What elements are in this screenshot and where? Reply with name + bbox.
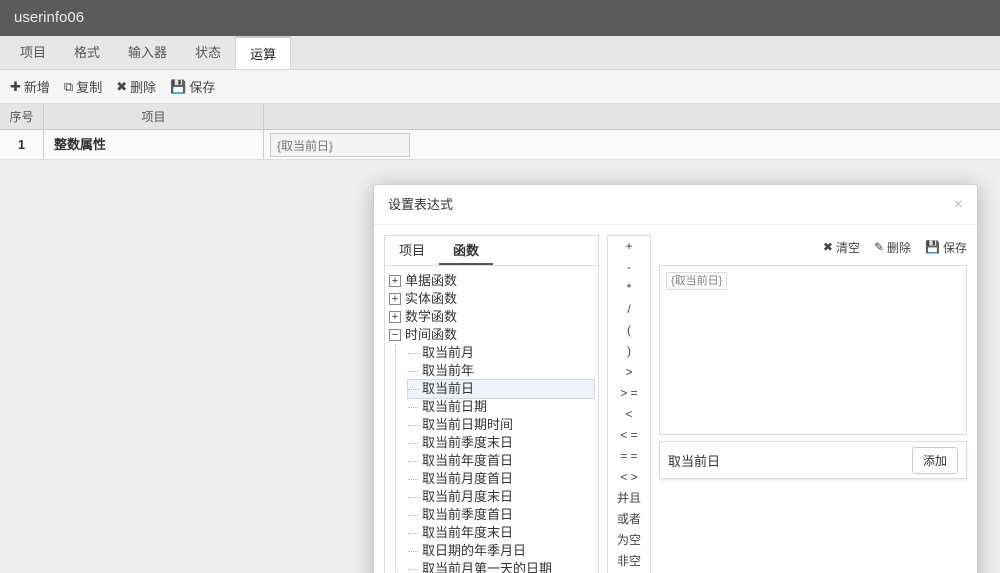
- tab-input[interactable]: 输入器: [114, 36, 181, 69]
- clear-button[interactable]: ✖ 清空: [823, 239, 860, 256]
- save-expr-label: 保存: [943, 239, 967, 256]
- dialog-titlebar: 设置表达式 ×: [374, 185, 977, 225]
- tree-group-math[interactable]: + 数学函数: [389, 308, 594, 326]
- op-and[interactable]: 并且: [608, 488, 650, 509]
- save-icon: 💾: [925, 240, 940, 254]
- tree-group-time[interactable]: − 时间函数: [389, 326, 594, 344]
- tree-group-entity[interactable]: + 实体函数: [389, 290, 594, 308]
- expression-textarea[interactable]: {取当前日}: [659, 265, 967, 435]
- tree-leaf[interactable]: 取日期的年季月日: [408, 542, 594, 560]
- op-notnull[interactable]: 非空: [608, 551, 650, 572]
- selected-function-label: 取当前日: [668, 451, 720, 470]
- save-icon: 💾: [170, 79, 186, 95]
- erase-button[interactable]: ✎ 删除: [874, 239, 911, 256]
- op-null[interactable]: 为空: [608, 530, 650, 551]
- add-label: 新增: [24, 77, 50, 96]
- function-tree: + 单据函数 + 实体函数 + 数学函数 − 时间函数: [385, 266, 598, 573]
- group-label: 实体函数: [405, 290, 457, 308]
- clear-label: 清空: [836, 239, 860, 256]
- tree-leaf[interactable]: 取当前季度末日: [408, 434, 594, 452]
- add-row: 取当前日 添加: [659, 441, 967, 479]
- operator-column: + - * / ( ) > > = < < = = = < > 并且 或者 为空…: [607, 235, 651, 573]
- tree-leaf[interactable]: 取当前年: [408, 362, 594, 380]
- tree-leaf[interactable]: 取当前日: [408, 380, 594, 398]
- save-expr-button[interactable]: 💾 保存: [925, 239, 967, 256]
- app-header: userinfo06: [0, 0, 1000, 36]
- copy-icon: ⧉: [64, 79, 73, 95]
- group-label: 时间函数: [405, 326, 457, 344]
- collapse-icon[interactable]: −: [389, 329, 401, 341]
- op-plus[interactable]: +: [608, 236, 650, 257]
- save-label: 保存: [189, 77, 215, 96]
- erase-label: 删除: [887, 239, 911, 256]
- x-icon: ✖: [116, 79, 127, 95]
- tree-leaf[interactable]: 取当前季度首日: [408, 506, 594, 524]
- tree-leaf[interactable]: 取当前年度首日: [408, 452, 594, 470]
- add-function-button[interactable]: 添加: [912, 447, 958, 474]
- tab-operation[interactable]: 运算: [235, 36, 291, 69]
- eraser-icon: ✎: [874, 240, 884, 254]
- op-mul[interactable]: *: [608, 278, 650, 299]
- op-or[interactable]: 或者: [608, 509, 650, 530]
- group-label: 单据函数: [405, 272, 457, 290]
- save-button[interactable]: 💾 保存: [170, 77, 215, 96]
- dialog-body: 项目 函数 + 单据函数 + 实体函数 + 数学函数: [374, 225, 977, 573]
- op-lte[interactable]: < =: [608, 425, 650, 446]
- tree-children-time: 取当前月 取当前年 取当前日 取当前日期 取当前日期时间 取当前季度末日 取当前…: [395, 344, 594, 573]
- expression-dialog: 设置表达式 × 项目 函数 + 单据函数 + 实体函数: [373, 184, 978, 573]
- tab-status[interactable]: 状态: [181, 36, 235, 69]
- tree-leaf[interactable]: 取当前日期时间: [408, 416, 594, 434]
- expand-icon[interactable]: +: [389, 275, 401, 287]
- expand-icon[interactable]: +: [389, 293, 401, 305]
- x-icon: ✖: [823, 240, 833, 254]
- group-label: 数学函数: [405, 308, 457, 326]
- op-div[interactable]: /: [608, 299, 650, 320]
- delete-button[interactable]: ✖ 删除: [116, 77, 156, 96]
- content-area: 序号 项目 1 整数属性 {取当前日} 设置表达式 × 项目 函数: [0, 104, 1000, 573]
- function-panel: 项目 函数 + 单据函数 + 实体函数 + 数学函数: [384, 235, 599, 573]
- op-neq[interactable]: < >: [608, 467, 650, 488]
- op-lt[interactable]: <: [608, 404, 650, 425]
- app-title: userinfo06: [14, 9, 84, 26]
- dialog-title-text: 设置表达式: [388, 185, 453, 225]
- tree-leaf[interactable]: 取当前月度末日: [408, 488, 594, 506]
- plus-icon: ✚: [10, 79, 21, 95]
- tree-leaf[interactable]: 取当前月度首日: [408, 470, 594, 488]
- tree-leaf[interactable]: 取当前月: [408, 344, 594, 362]
- tab-format[interactable]: 格式: [60, 36, 114, 69]
- add-button[interactable]: ✚ 新增: [10, 77, 50, 96]
- delete-label: 删除: [130, 77, 156, 96]
- main-toolbar: ✚ 新增 ⧉ 复制 ✖ 删除 💾 保存: [0, 70, 1000, 104]
- expression-panel: ✖ 清空 ✎ 删除 💾 保存 {取当前日} 取当前日: [659, 235, 967, 573]
- op-minus[interactable]: -: [608, 257, 650, 278]
- copy-label: 复制: [76, 77, 102, 96]
- copy-button[interactable]: ⧉ 复制: [64, 77, 102, 96]
- tree-leaf[interactable]: 取当前年度末日: [408, 524, 594, 542]
- left-tab-function[interactable]: 函数: [439, 236, 493, 265]
- tree-group-doc[interactable]: + 单据函数: [389, 272, 594, 290]
- tab-project[interactable]: 项目: [6, 36, 60, 69]
- left-tab-project[interactable]: 项目: [385, 236, 439, 265]
- op-lparen[interactable]: (: [608, 320, 650, 341]
- main-tabbar: 项目 格式 输入器 状态 运算: [0, 36, 1000, 70]
- left-tabbar: 项目 函数: [385, 236, 598, 266]
- right-toolbar: ✖ 清空 ✎ 删除 💾 保存: [659, 235, 967, 259]
- op-gt[interactable]: >: [608, 362, 650, 383]
- close-icon[interactable]: ×: [954, 185, 963, 225]
- op-gte[interactable]: > =: [608, 383, 650, 404]
- expression-token[interactable]: {取当前日}: [666, 272, 727, 290]
- tree-leaf[interactable]: 取当前日期: [408, 398, 594, 416]
- op-eq[interactable]: = =: [608, 446, 650, 467]
- expand-icon[interactable]: +: [389, 311, 401, 323]
- op-rparen[interactable]: ): [608, 341, 650, 362]
- tree-leaf[interactable]: 取当前月第一天的日期: [408, 560, 594, 573]
